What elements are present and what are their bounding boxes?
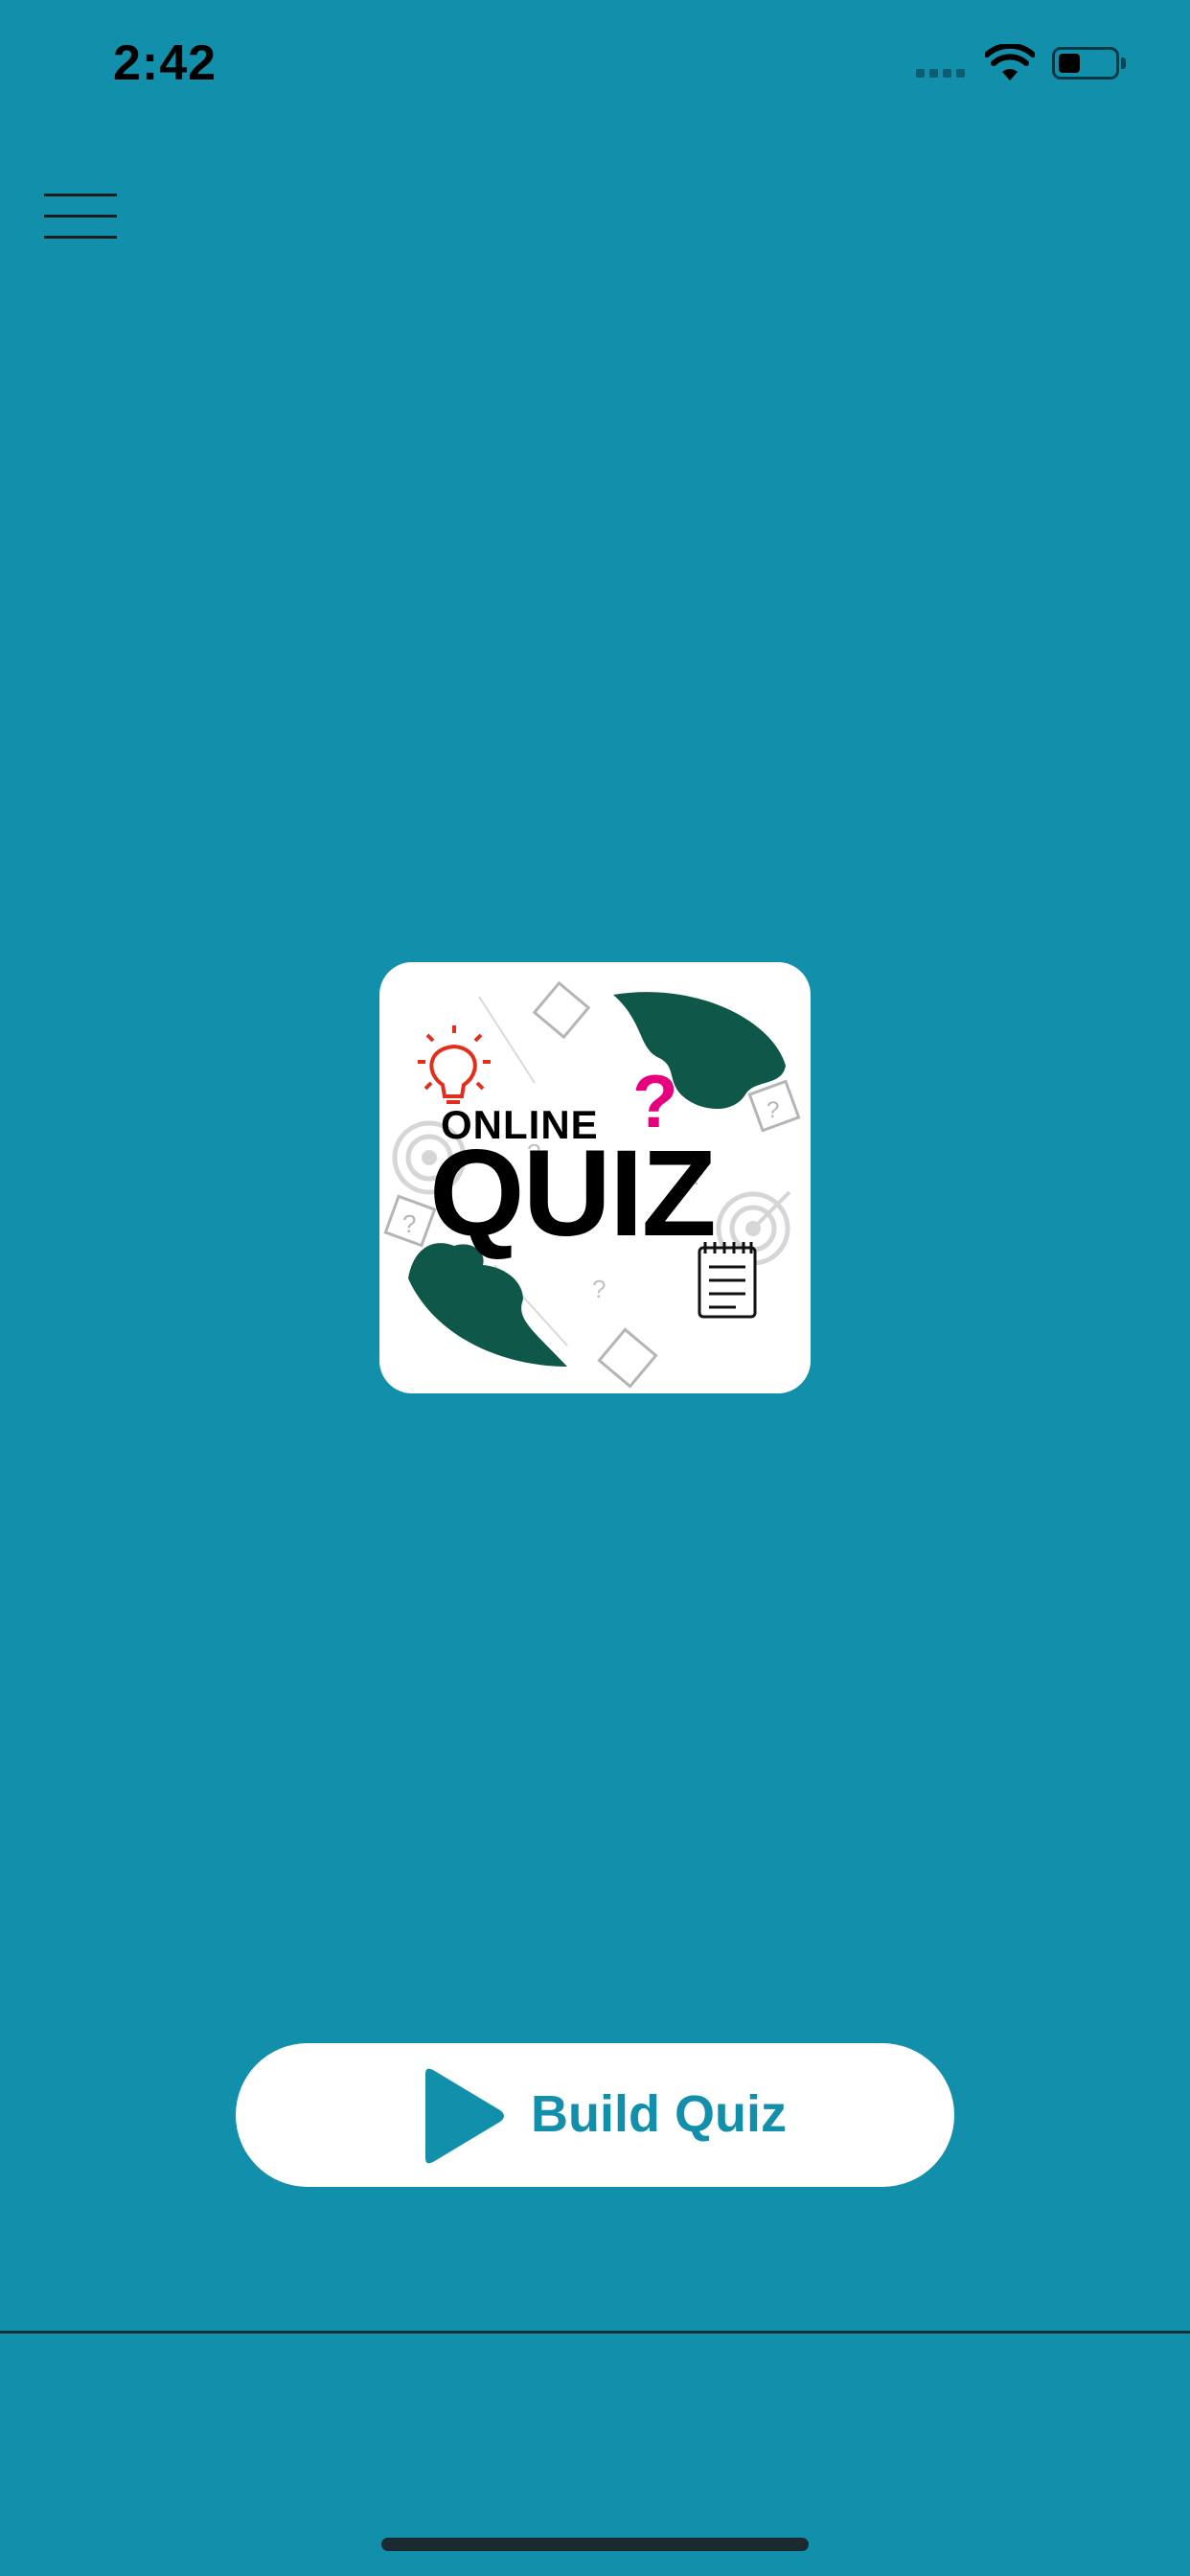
status-time: 2:42 — [113, 35, 217, 91]
wifi-icon — [985, 44, 1035, 80]
home-indicator[interactable] — [381, 2538, 809, 2551]
svg-text:?: ? — [402, 1209, 416, 1238]
build-quiz-label: Build Quiz — [531, 2085, 787, 2143]
hamburger-menu-icon[interactable] — [42, 188, 121, 245]
cellular-signal-icon — [916, 69, 965, 78]
app-logo: ? ? ? ? ? ONLINE ? QUIZ — [379, 962, 811, 1393]
play-icon — [425, 2068, 504, 2164]
svg-text:?: ? — [592, 1275, 606, 1303]
battery-cap — [1121, 58, 1126, 69]
status-bar: 2:42 — [0, 0, 1190, 134]
tab-bar-divider — [0, 2331, 1190, 2334]
lightbulb-icon — [418, 1025, 491, 1104]
svg-text:?: ? — [767, 1097, 779, 1123]
logo-text-quiz: QUIZ — [429, 1125, 717, 1262]
app-screen: 2:42 ? ? ? ? ? ONLINE ? QUIZ Build Quiz — [0, 0, 1190, 2576]
build-quiz-button[interactable]: Build Quiz — [236, 2043, 954, 2187]
battery-icon — [1052, 47, 1119, 80]
battery-fill — [1059, 54, 1080, 73]
